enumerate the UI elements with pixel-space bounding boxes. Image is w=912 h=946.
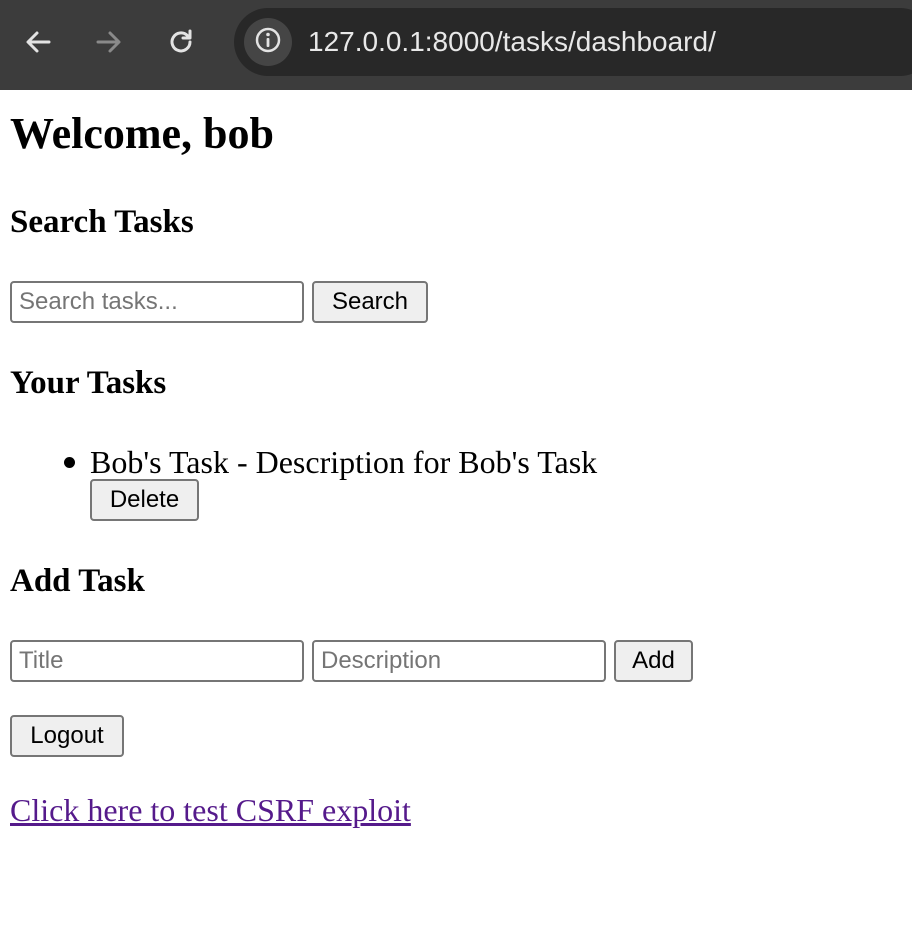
page-content: Welcome, bob Search Tasks Search Your Ta… [0, 90, 912, 946]
search-button[interactable]: Search [312, 281, 428, 323]
add-task-heading: Add Task [10, 563, 145, 599]
task-title-input[interactable] [10, 640, 304, 682]
logout-button[interactable]: Logout [10, 715, 124, 757]
url-text[interactable]: 127.0.0.1:8000/tasks/dashboard/ [308, 8, 716, 76]
add-task-button[interactable]: Add [614, 640, 693, 682]
task-list: Bob's Task - Description for Bob's Task … [10, 440, 710, 524]
browser-toolbar: 127.0.0.1:8000/tasks/dashboard/ [0, 0, 912, 90]
forward-button[interactable] [90, 23, 128, 61]
address-bar[interactable]: 127.0.0.1:8000/tasks/dashboard/ [234, 8, 912, 76]
site-info-icon [254, 26, 282, 59]
reload-button[interactable] [162, 23, 200, 61]
page-title: Welcome, bob [10, 109, 274, 158]
tasks-heading: Your Tasks [10, 365, 167, 401]
forward-arrow-icon [95, 28, 123, 56]
search-heading: Search Tasks [10, 204, 194, 240]
site-info-button[interactable] [244, 18, 292, 66]
back-button[interactable] [19, 23, 57, 61]
bullet-icon [64, 457, 75, 468]
delete-task-button[interactable]: Delete [90, 479, 199, 521]
task-text: Bob's Task - Description for Bob's Task [90, 444, 598, 480]
search-input[interactable] [10, 281, 304, 323]
task-item: Bob's Task - Description for Bob's Task … [10, 440, 710, 524]
reload-icon [167, 28, 195, 56]
task-description-input[interactable] [312, 640, 606, 682]
back-arrow-icon [24, 28, 52, 56]
csrf-exploit-link[interactable]: Click here to test CSRF exploit [10, 790, 411, 830]
